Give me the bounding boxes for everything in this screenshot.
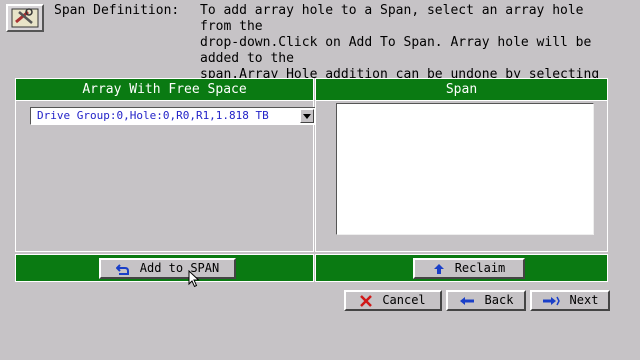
up-arrow-icon (433, 263, 445, 275)
reclaim-button[interactable]: Reclaim (413, 258, 525, 279)
array-hole-dropdown[interactable]: Drive Group:0,Hole:0,R0,R1,1.818 TB (30, 107, 316, 125)
add-to-span-label: Add to SPAN (139, 261, 220, 275)
back-arrow-icon (459, 296, 475, 306)
undo-arrow-icon (115, 263, 130, 275)
mouse-cursor-icon (188, 269, 200, 291)
next-button[interactable]: Next (530, 290, 610, 311)
array-hole-dropdown-value: Drive Group:0,Hole:0,R0,R1,1.818 TB (37, 109, 269, 122)
reclaim-label: Reclaim (454, 261, 506, 275)
span-header: Span (316, 79, 607, 101)
array-free-space-header: Array With Free Space (16, 79, 313, 101)
wrench-tools-icon (6, 4, 44, 32)
add-to-span-button[interactable]: Add to SPAN (99, 258, 236, 279)
cancel-button[interactable]: Cancel (344, 290, 442, 311)
next-label: Next (569, 293, 599, 307)
back-label: Back (484, 293, 514, 307)
close-x-icon (360, 294, 373, 307)
dropdown-arrow-icon[interactable] (300, 109, 314, 123)
span-list[interactable] (336, 103, 594, 235)
array-free-space-panel: Array With Free Space Drive Group:0,Hole… (15, 78, 316, 252)
page-title: Span Definition: (54, 3, 180, 18)
next-arrow-icon (542, 296, 560, 306)
back-button[interactable]: Back (446, 290, 526, 311)
span-panel: Span (315, 78, 608, 252)
cancel-label: Cancel (382, 293, 426, 307)
